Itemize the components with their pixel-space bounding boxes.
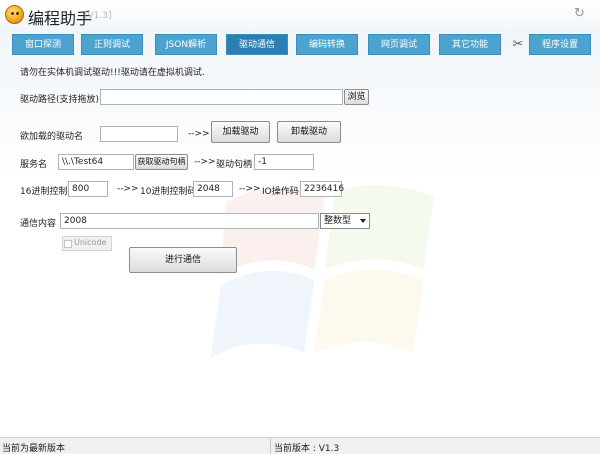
service-name-label: 服务名 [20,160,48,170]
arrow-text: -->> [239,184,261,194]
dec-control-code-label: 10进制控制码 [140,187,197,197]
tab-encoding-convert[interactable]: 编码转换 [296,34,358,55]
data-type-selected: 整数型 [324,216,352,226]
app-version: [V1.3] [84,11,112,21]
driver-handle-input[interactable]: -1 [254,154,314,170]
tab-json-parse[interactable]: JSON解析 [155,34,217,55]
browse-button[interactable]: 浏览 [344,89,369,105]
status-version-text: 当前版本 : V1.3 [274,444,340,454]
scissors-icon[interactable]: ✂ [508,34,528,55]
comm-content-input[interactable]: 2008 [60,213,319,229]
unload-driver-button[interactable]: 卸载驱动 [277,121,341,143]
tab-web-debug[interactable]: 网页调试 [368,34,430,55]
send-comm-button[interactable]: 进行通信 [129,247,237,273]
comm-content-label: 通信内容 [20,219,57,229]
refresh-icon[interactable]: ↻ [574,7,587,20]
app-title: 编程助手 [28,9,93,28]
unicode-label: Unicode [74,238,107,247]
data-type-select[interactable]: 整数型 [320,213,370,229]
hex-control-code-input[interactable]: 800 [68,181,108,197]
driver-name-input[interactable] [100,126,178,142]
driver-path-input[interactable] [100,89,343,105]
tab-driver-comm[interactable]: 驱动通信 [226,34,288,55]
chevron-down-icon [360,219,366,223]
arrow-text: -->> [188,129,210,139]
tab-other-functions[interactable]: 其它功能 [439,34,501,55]
io-code-label: IO操作码 [262,187,299,197]
service-name-input[interactable]: \\.\Test64 [58,154,134,170]
driver-path-label: 驱动路径(支持拖放) [20,95,100,105]
io-code-input[interactable]: 2236416 [300,181,344,197]
status-divider [270,438,271,454]
dec-control-code-input[interactable]: 2048 [193,181,233,197]
driver-name-label: 欲加载的驱动名 [20,132,84,142]
app-logo-icon [5,5,24,24]
tab-program-settings[interactable]: 程序设置 [529,34,591,55]
load-driver-button[interactable]: 加载驱动 [211,121,270,143]
status-update-text: 当前为最新版本 [2,444,66,454]
get-driver-handle-button[interactable]: 获取驱动句柄 [135,154,188,170]
tab-regex-debug[interactable]: 正则调试 [81,34,143,55]
driver-handle-label: 驱动句柄 [216,160,253,170]
unicode-checkbox[interactable] [64,240,72,248]
arrow-text: -->> [194,157,216,167]
arrow-text: -->> [117,184,139,194]
tab-window-detect[interactable]: 窗口探测 [12,34,74,55]
warning-notice: 请勿在实体机调试驱动!!!驱动请在虚拟机调试. [20,68,205,78]
